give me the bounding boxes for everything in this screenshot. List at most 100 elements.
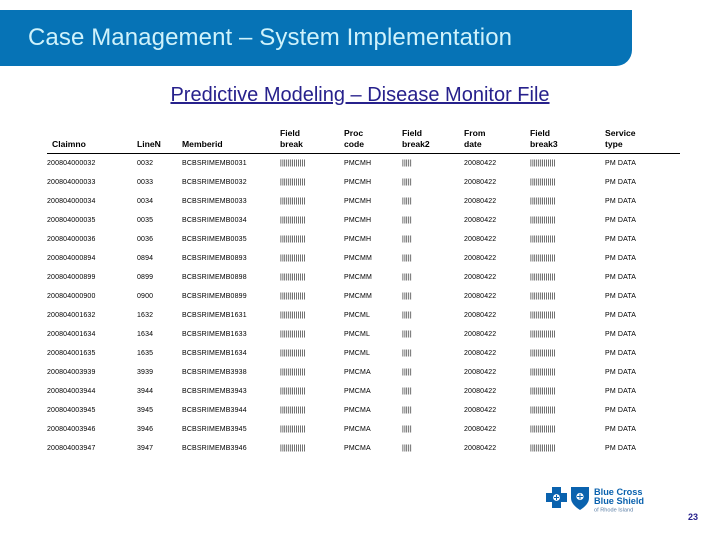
cell-memberid: BCBSRIMEMB1634 bbox=[182, 350, 247, 357]
column-header-linen: LineN bbox=[137, 128, 182, 154]
cell-linen: 3945 bbox=[137, 407, 154, 414]
cell-from-date: 20080422 bbox=[464, 236, 497, 243]
cell-claimno: 200804003944 bbox=[47, 388, 96, 395]
cell-proc-code: PMCMA bbox=[344, 407, 371, 414]
cell-field-break: ||||||||||||| bbox=[280, 236, 306, 243]
cell-claimno: 200804003945 bbox=[47, 407, 96, 414]
header-line2: break3 bbox=[530, 139, 558, 149]
cell-from-date: 20080422 bbox=[464, 179, 497, 186]
header-line1: From bbox=[464, 128, 486, 138]
header-line1: Service bbox=[605, 128, 636, 138]
cell-field-break: ||||||||||||| bbox=[280, 445, 306, 452]
cell-field-break: ||||||||||||| bbox=[280, 331, 306, 338]
header-line1: Field bbox=[530, 128, 551, 138]
column-header-service-type: Service type bbox=[605, 128, 680, 154]
header-line2: break bbox=[280, 139, 303, 149]
bcbsri-logo: Blue Cross Blue Shield of Rhode Island bbox=[540, 483, 652, 519]
cell-field-break2: ||||| bbox=[402, 293, 412, 300]
cell-linen: 0034 bbox=[137, 198, 154, 205]
cell-field-break3: ||||||||||||| bbox=[530, 255, 556, 262]
cell-field-break: ||||||||||||| bbox=[280, 255, 306, 262]
cell-field-break3: ||||||||||||| bbox=[530, 179, 556, 186]
cell-claimno: 200804003947 bbox=[47, 445, 96, 452]
cell-from-date: 20080422 bbox=[464, 293, 497, 300]
column-header-claimno: Claimno bbox=[47, 128, 137, 154]
cell-proc-code: PMCMH bbox=[344, 198, 372, 205]
cell-proc-code: PMCMH bbox=[344, 179, 372, 186]
page-title: Case Management – System Implementation bbox=[28, 24, 513, 51]
subtitle: Predictive Modeling – Disease Monitor Fi… bbox=[170, 84, 550, 106]
cell-memberid: BCBSRIMEMB0031 bbox=[182, 160, 247, 167]
cell-linen: 3944 bbox=[137, 388, 154, 395]
cell-service-type: PM DATA bbox=[605, 312, 637, 319]
cell-field-break2: ||||| bbox=[402, 217, 412, 224]
cell-linen: 0900 bbox=[137, 293, 154, 300]
cell-field-break3: ||||||||||||| bbox=[530, 160, 556, 167]
table-header-row: Claimno LineN Memberid Field break Proc … bbox=[47, 128, 680, 154]
cell-field-break3: ||||||||||||| bbox=[530, 293, 556, 300]
table-row: 200804000894 0894 BCBSRIMEMB0893 ||||||||||… bbox=[47, 249, 680, 268]
table-row: 200804001632 1632 BCBSRIMEMB1631 ||||||||||… bbox=[47, 306, 680, 325]
cell-claimno: 200804000036 bbox=[47, 236, 96, 243]
page-number: 23 bbox=[688, 512, 699, 522]
cell-field-break: ||||||||||||| bbox=[280, 388, 306, 395]
cell-claimno: 200804000899 bbox=[47, 274, 96, 281]
cell-field-break: ||||||||||||| bbox=[280, 293, 306, 300]
cell-from-date: 20080422 bbox=[464, 350, 497, 357]
cell-proc-code: PMCMM bbox=[344, 255, 372, 262]
cell-memberid: BCBSRIMEMB0898 bbox=[182, 274, 247, 281]
cell-claimno: 200804000900 bbox=[47, 293, 96, 300]
header-line2: Claimno bbox=[52, 139, 86, 149]
cell-field-break: ||||||||||||| bbox=[280, 426, 306, 433]
cell-service-type: PM DATA bbox=[605, 160, 637, 167]
cell-proc-code: PMCMA bbox=[344, 426, 371, 433]
cell-memberid: BCBSRIMEMB1633 bbox=[182, 331, 247, 338]
table-row: 200804001634 1634 BCBSRIMEMB1633 ||||||||||… bbox=[47, 325, 680, 344]
cell-service-type: PM DATA bbox=[605, 255, 637, 262]
cell-service-type: PM DATA bbox=[605, 388, 637, 395]
cell-field-break2: ||||| bbox=[402, 160, 412, 167]
cell-field-break3: ||||||||||||| bbox=[530, 198, 556, 205]
header-line1: Proc bbox=[344, 128, 364, 138]
table-row: 200804003946 3946 BCBSRIMEMB3945 ||||||||||… bbox=[47, 420, 680, 439]
header-line2: LineN bbox=[137, 139, 161, 149]
disease-monitor-table-container: Claimno LineN Memberid Field break Proc … bbox=[47, 128, 680, 458]
cell-claimno: 200804003946 bbox=[47, 426, 96, 433]
cell-service-type: PM DATA bbox=[605, 179, 637, 186]
cell-linen: 3939 bbox=[137, 369, 154, 376]
cell-field-break2: ||||| bbox=[402, 198, 412, 205]
cell-service-type: PM DATA bbox=[605, 236, 637, 243]
cell-claimno: 200804000034 bbox=[47, 198, 96, 205]
cell-linen: 0036 bbox=[137, 236, 154, 243]
cell-linen: 1635 bbox=[137, 350, 154, 357]
cell-linen: 1632 bbox=[137, 312, 154, 319]
cell-field-break: ||||||||||||| bbox=[280, 179, 306, 186]
cell-proc-code: PMCMA bbox=[344, 445, 371, 452]
cell-memberid: BCBSRIMEMB3943 bbox=[182, 388, 247, 395]
cell-from-date: 20080422 bbox=[464, 407, 497, 414]
logo-brand-line3: of Rhode Island bbox=[594, 508, 633, 514]
cell-service-type: PM DATA bbox=[605, 274, 637, 281]
cell-proc-code: PMCMM bbox=[344, 293, 372, 300]
table-row: 200804001635 1635 BCBSRIMEMB1634 ||||||||||… bbox=[47, 344, 680, 363]
cell-field-break: ||||||||||||| bbox=[280, 160, 306, 167]
column-header-field-break3: Field break3 bbox=[530, 128, 605, 154]
cell-field-break3: ||||||||||||| bbox=[530, 312, 556, 319]
cell-claimno: 200804000894 bbox=[47, 255, 96, 262]
cell-field-break: ||||||||||||| bbox=[280, 350, 306, 357]
cell-memberid: BCBSRIMEMB0032 bbox=[182, 179, 247, 186]
table-row: 200804003947 3947 BCBSRIMEMB3946 ||||||||||… bbox=[47, 439, 680, 458]
cell-field-break: ||||||||||||| bbox=[280, 312, 306, 319]
cell-memberid: BCBSRIMEMB3944 bbox=[182, 407, 247, 414]
cell-field-break3: ||||||||||||| bbox=[530, 426, 556, 433]
cell-proc-code: PMCMA bbox=[344, 388, 371, 395]
cell-field-break3: ||||||||||||| bbox=[530, 369, 556, 376]
cell-memberid: BCBSRIMEMB3938 bbox=[182, 369, 247, 376]
table-row: 200804000900 0900 BCBSRIMEMB0899 ||||||||||… bbox=[47, 287, 680, 306]
cell-field-break: ||||||||||||| bbox=[280, 274, 306, 281]
table-row: 200804000899 0899 BCBSRIMEMB0898 ||||||||||… bbox=[47, 268, 680, 287]
cell-field-break3: ||||||||||||| bbox=[530, 236, 556, 243]
disease-monitor-table: Claimno LineN Memberid Field break Proc … bbox=[47, 128, 680, 458]
cell-claimno: 200804001635 bbox=[47, 350, 96, 357]
header-line2: code bbox=[344, 139, 365, 149]
